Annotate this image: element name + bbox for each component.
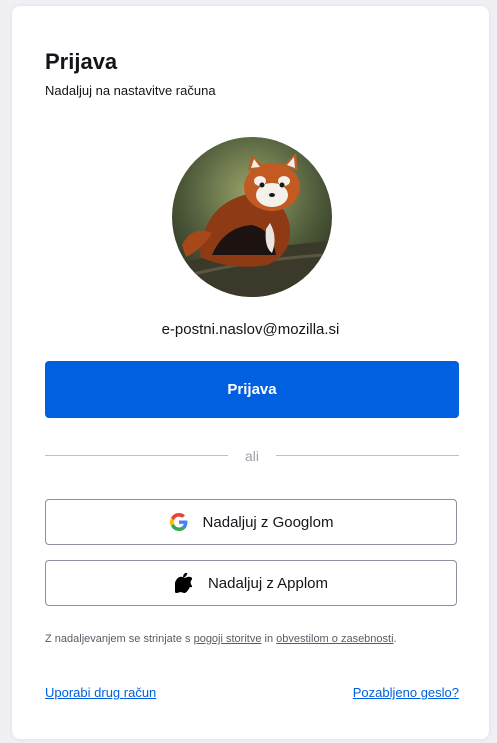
apple-button-label: Nadaljuj z Applom xyxy=(207,574,329,592)
continue-with-apple-button[interactable]: Nadaljuj z Applom xyxy=(45,560,457,606)
terms-suffix: . xyxy=(393,633,397,645)
continue-with-google-button[interactable]: Nadaljuj z Googlom xyxy=(45,499,457,545)
or-divider: ali xyxy=(45,446,459,466)
signin-card: Prijava Nadaljuj na nastavitve računa e-… xyxy=(12,6,489,739)
use-different-account-link[interactable]: Uporabi drug račun xyxy=(45,685,156,700)
terms-middle: in xyxy=(261,633,277,645)
divider-text: ali xyxy=(244,448,259,464)
google-button-label: Nadaljuj z Googlom xyxy=(202,513,334,531)
terms-prefix: Z nadaljevanjem se strinjate s xyxy=(45,633,194,645)
divider-line-right xyxy=(276,455,459,456)
privacy-notice-link[interactable]: obvestilom o zasebnosti xyxy=(276,633,393,645)
red-panda-avatar-icon xyxy=(172,137,332,297)
avatar xyxy=(172,137,332,297)
forgot-password-link[interactable]: Pozabljeno geslo? xyxy=(353,685,459,700)
page-title: Prijava xyxy=(45,49,118,74)
terms-of-service-link[interactable]: pogoji storitve xyxy=(194,633,262,645)
apple-icon xyxy=(174,573,194,593)
page-subtitle: Nadaljuj na nastavitve računa xyxy=(45,83,216,98)
google-icon xyxy=(169,512,189,532)
sign-in-button[interactable]: Prijava xyxy=(45,361,459,418)
terms-notice: Z nadaljevanjem se strinjate s pogoji st… xyxy=(45,633,397,645)
account-email: e-postni.naslov@mozilla.si xyxy=(161,321,340,338)
